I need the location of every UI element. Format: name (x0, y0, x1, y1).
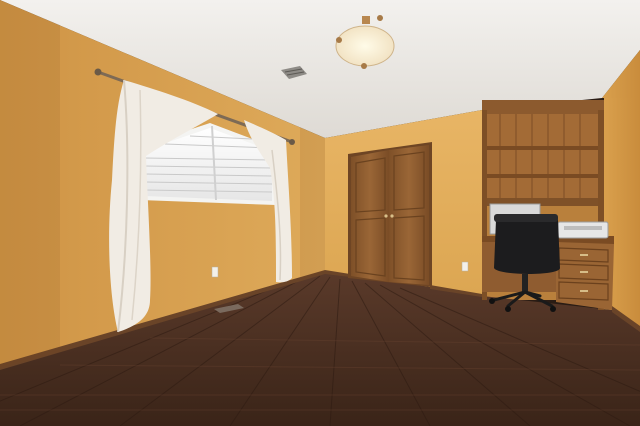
bedroom-photo (0, 0, 640, 426)
room-illustration (0, 0, 640, 426)
printer-icon (557, 221, 609, 239)
closet-doors (348, 142, 432, 287)
